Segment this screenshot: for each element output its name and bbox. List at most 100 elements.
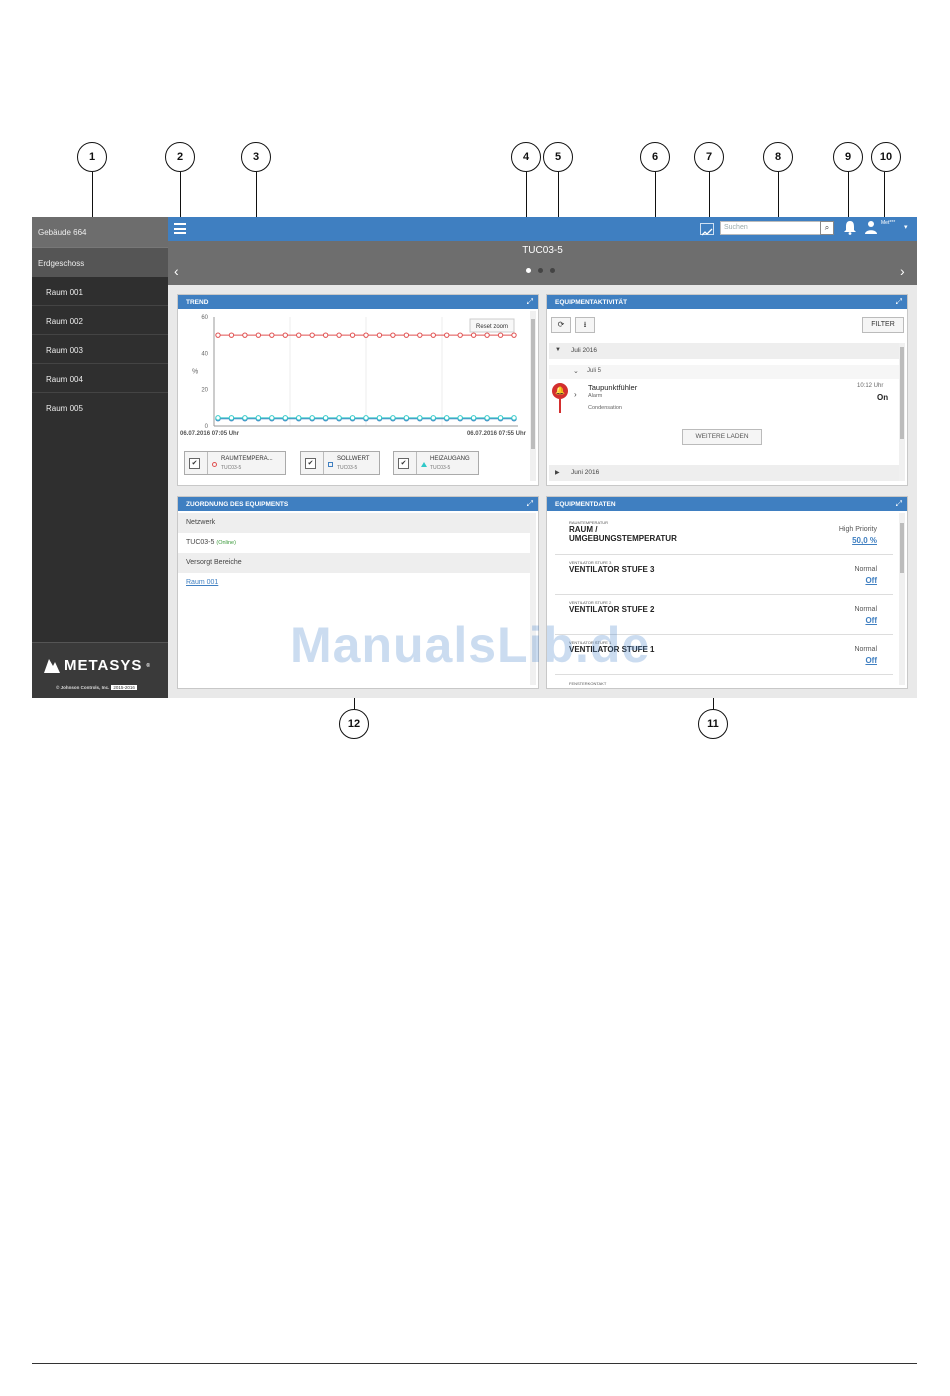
served-area-row: Raum 001	[178, 573, 530, 593]
expand-icon[interactable]: ⤢	[896, 297, 902, 307]
trend-panel-title: TREND	[186, 299, 209, 306]
trend-panel-header: TREND ⤢	[178, 295, 538, 309]
equipment-row-status: High Priority	[838, 526, 877, 533]
menu-icon[interactable]	[174, 223, 186, 234]
equipment-row-value[interactable]: 50,0 %	[852, 536, 877, 545]
logo-mark: ®	[146, 662, 152, 669]
refresh-icon[interactable]: ⟳	[551, 317, 571, 333]
data-point	[403, 415, 410, 421]
checkbox-icon[interactable]: ✔	[189, 458, 200, 469]
copyright-text: © Johnson Controls, Inc.	[56, 685, 110, 690]
expand-icon[interactable]: ⤢	[896, 499, 902, 509]
callout-11: 11	[698, 709, 728, 739]
equipment-row-name: RAUM / UMGEBUNGSTEMPERATUR	[569, 525, 677, 543]
equipment-row-status: Normal	[854, 646, 877, 653]
device-status: (Online)	[216, 540, 236, 546]
sidebar-room-005[interactable]: Raum 005	[32, 393, 168, 422]
download-icon[interactable]: ⭳	[575, 317, 595, 333]
day-row[interactable]: ⌄ Juli 5	[549, 365, 899, 379]
data-point	[282, 332, 288, 338]
data-point	[242, 415, 248, 421]
carousel-dot[interactable]	[550, 268, 555, 273]
network-label: Netzwerk	[178, 513, 530, 533]
device-name: TUC03-5	[186, 539, 215, 546]
checkbox-icon[interactable]: ✔	[305, 458, 316, 469]
data-point	[390, 415, 396, 421]
checkbox-icon[interactable]: ✔	[398, 458, 409, 469]
search-input[interactable]: Suchen	[720, 221, 834, 235]
data-point	[228, 332, 235, 338]
data-point	[484, 415, 490, 421]
data-point	[444, 332, 450, 338]
search-icon[interactable]: ⌕	[820, 221, 834, 235]
y-tick-label: 60	[201, 315, 208, 321]
data-point	[511, 332, 517, 338]
data-point	[430, 332, 436, 338]
equipment-row-status: Normal	[854, 566, 877, 573]
alarm-bell-icon: 🔔	[552, 383, 568, 399]
chevron-right-icon[interactable]: ›	[574, 390, 577, 399]
callout-8: 8	[763, 142, 793, 172]
data-point	[282, 415, 288, 421]
chevron-left-icon[interactable]: ‹	[174, 263, 179, 279]
data-point	[336, 415, 342, 421]
triangle-down-icon: ▼	[555, 347, 561, 353]
sidebar-floor[interactable]: Erdgeschoss	[32, 247, 168, 277]
copyright: © Johnson Controls, Inc. 2015-2016	[56, 685, 137, 690]
network-device[interactable]: TUC03-5 (Online)	[178, 533, 530, 553]
data-point	[309, 415, 315, 421]
carousel-dots	[526, 268, 555, 273]
mapping-panel-header: ZUORDNUNG DES EQUIPMENTS ⤢	[178, 497, 538, 511]
sidebar-building[interactable]: Gebäude 664	[32, 217, 168, 247]
sidebar-room-004[interactable]: Raum 004	[32, 364, 168, 393]
reset-zoom-label: Reset zoom	[476, 324, 508, 330]
sidebar-room-002[interactable]: Raum 002	[32, 306, 168, 335]
data-point	[296, 415, 302, 421]
metasys-logo-text: METASYS	[64, 657, 143, 674]
sidebar-room-003[interactable]: Raum 003	[32, 335, 168, 364]
carousel-dot[interactable]	[526, 268, 531, 273]
caret-down-icon[interactable]: ▾	[904, 223, 908, 231]
equipdata-scrollbar[interactable]	[899, 513, 905, 685]
equipment-row-cut: FENSTERKONTAKT	[569, 681, 607, 686]
data-point	[322, 332, 329, 338]
chevron-right-icon[interactable]: ›	[900, 263, 905, 279]
month-label: Juni 2016	[571, 469, 600, 476]
user-name[interactable]: Met***	[881, 220, 895, 226]
equipment-row[interactable]: RAUMTEMPERATUR RAUM / UMGEBUNGSTEMPERATUR…	[555, 515, 893, 555]
served-area-link[interactable]: Raum 001	[186, 579, 218, 586]
equipment-row[interactable]: VENTILATOR STUFE 3 VENTILATOR STUFE 3 No…	[555, 555, 893, 595]
month-row-juni[interactable]: ▶ Juni 2016	[549, 465, 899, 481]
equipment-row-value[interactable]: Off	[865, 616, 877, 625]
legend-heizaugang[interactable]: ✔ HEIZAUGANG TUC03-5	[393, 451, 479, 475]
data-point	[390, 332, 396, 338]
y-tick-label: 20	[201, 388, 208, 394]
user-icon[interactable]	[864, 220, 878, 236]
legend-sollwert[interactable]: ✔ SOLLWERT TUC03-5	[300, 451, 380, 475]
data-point	[363, 415, 369, 421]
sidebar-room-001[interactable]: Raum 001	[32, 277, 168, 306]
expand-icon[interactable]: ⤢	[527, 297, 533, 307]
expand-icon[interactable]: ⤢	[527, 499, 533, 509]
month-row-juli[interactable]: ▼ Juli 2016	[549, 343, 899, 359]
data-point	[376, 415, 383, 421]
equipment-row-value[interactable]: Off	[865, 576, 877, 585]
metasys-logo-icon	[44, 658, 60, 673]
trend-scrollbar[interactable]	[530, 311, 536, 481]
name-line: RAUM /	[569, 525, 598, 534]
top-bar: Suchen ⌕ Met*** ▾	[168, 217, 917, 241]
callout-6: 6	[640, 142, 670, 172]
legend-raumtemperatur[interactable]: ✔ RAUMTEMPERA... TUC03-5	[184, 451, 286, 475]
equipment-title: TUC03-5	[522, 245, 563, 256]
event-name[interactable]: Taupunktfühler	[588, 383, 637, 392]
data-point	[336, 332, 342, 338]
trend-icon[interactable]	[700, 223, 714, 236]
load-more-button[interactable]: WEITERE LADEN	[682, 429, 762, 445]
filter-button[interactable]: FILTER	[862, 317, 904, 333]
page-footer-rule	[32, 1363, 917, 1364]
activity-scrollbar[interactable]	[899, 343, 905, 481]
equipment-row-value[interactable]: Off	[865, 656, 877, 665]
carousel-dot[interactable]	[538, 268, 543, 273]
data-point	[497, 415, 504, 421]
bell-icon[interactable]	[842, 220, 858, 236]
